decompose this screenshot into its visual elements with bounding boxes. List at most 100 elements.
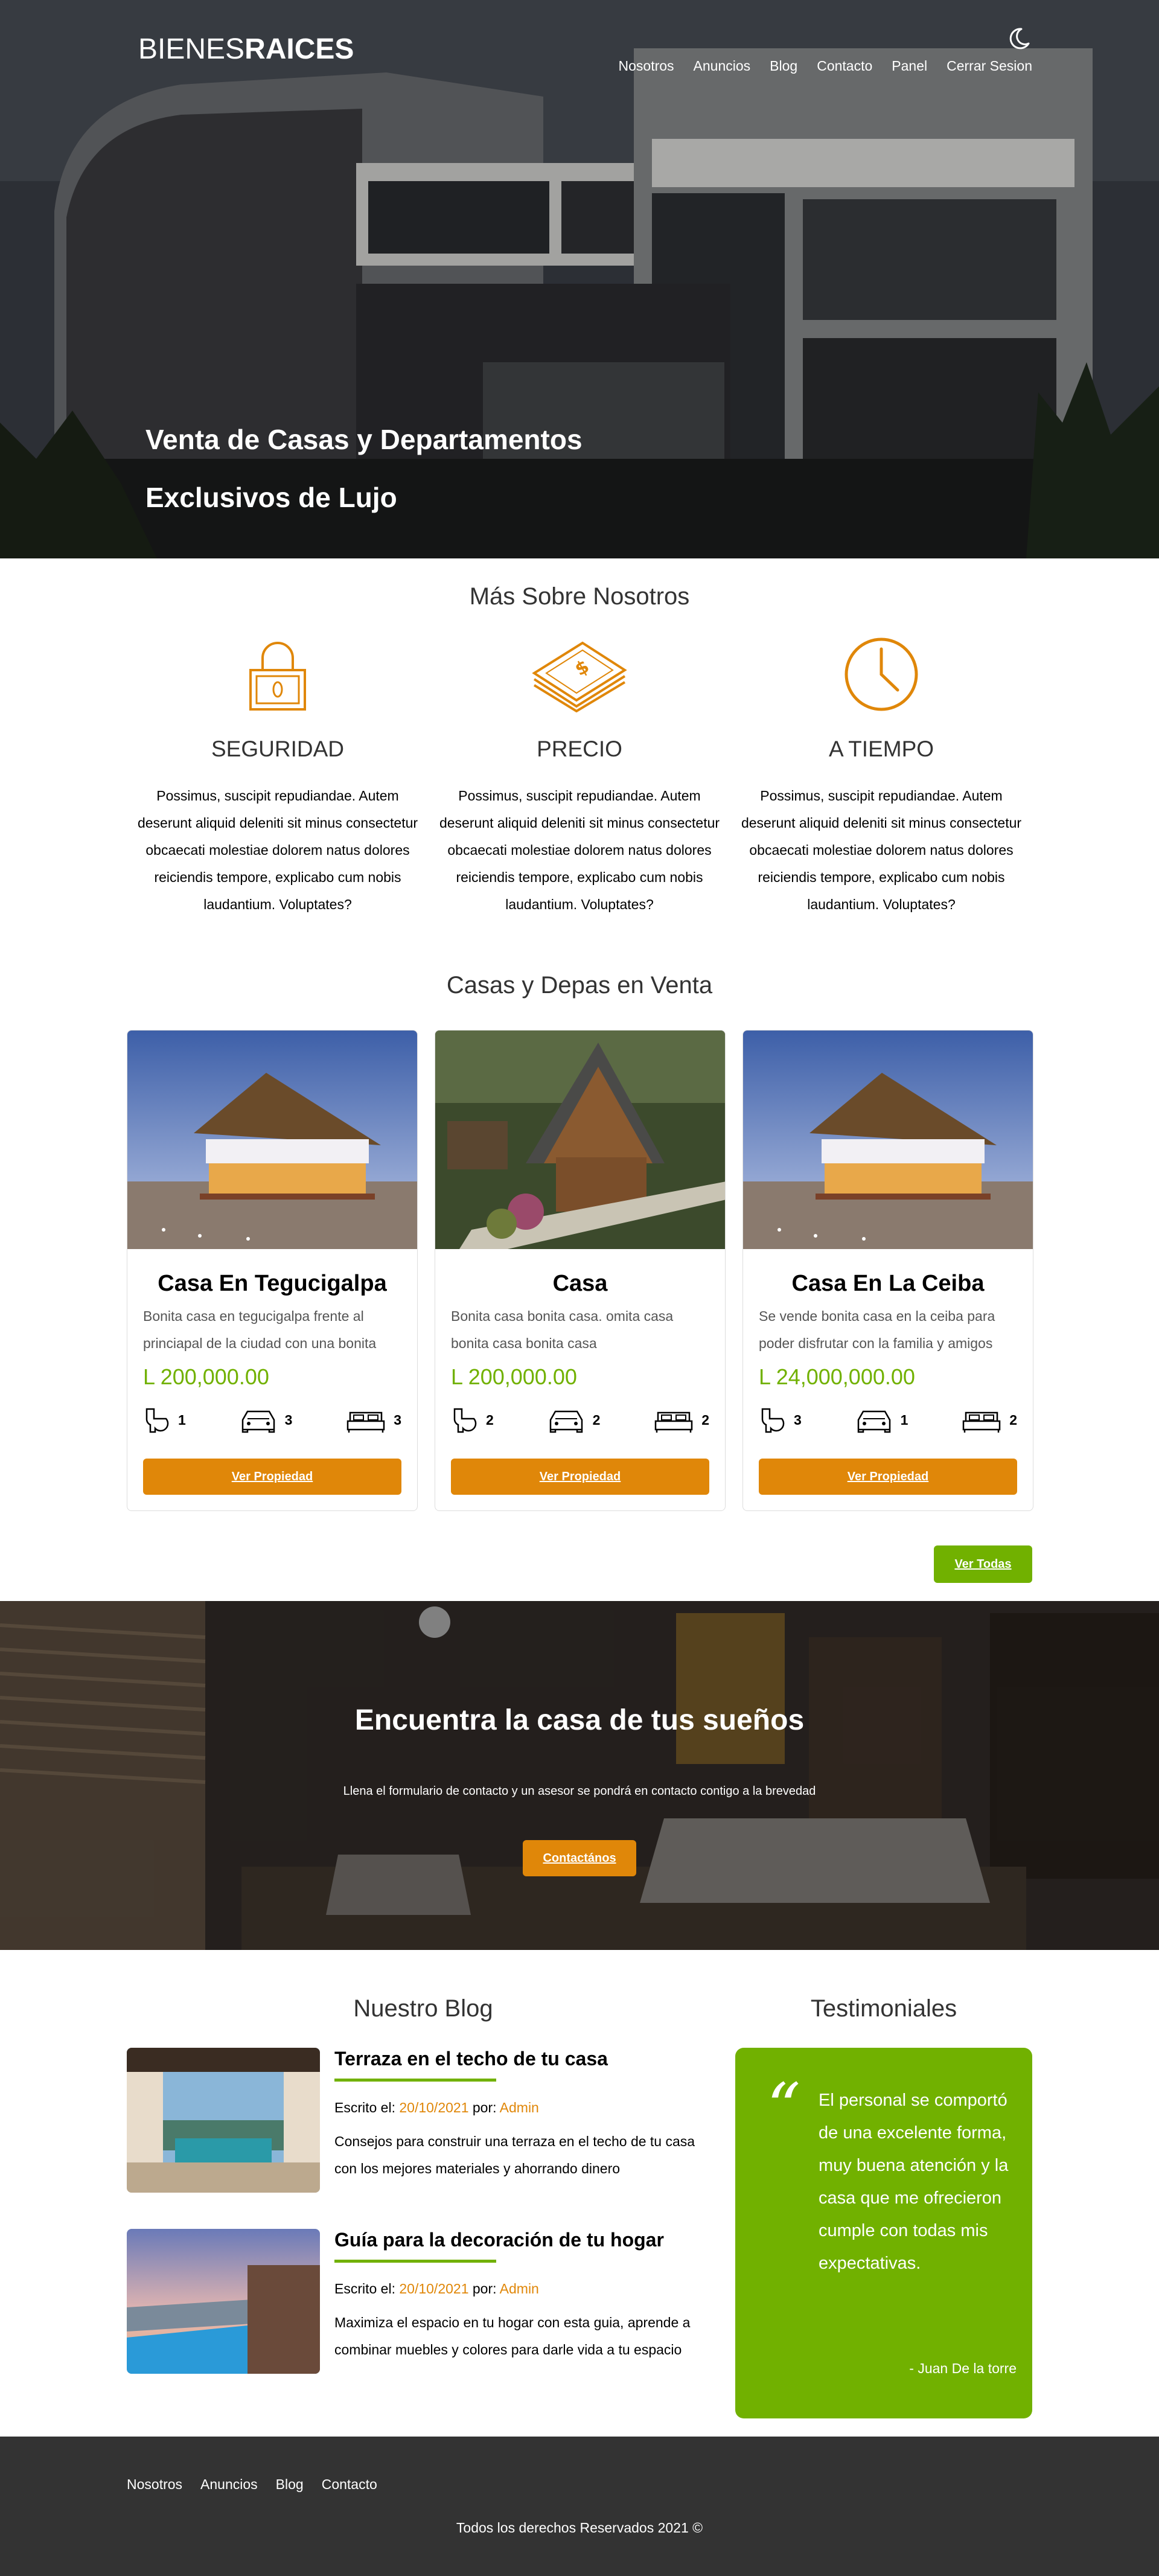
toilet-icon [453,1408,477,1433]
money-icon: $ [532,641,627,712]
feature-habitaciones: 2 [962,1407,1017,1433]
feature-wc: 1 [143,1407,186,1433]
testimonial-author: - Juan De la torre [909,2360,1017,2376]
footer-nav-blog[interactable]: Blog [276,2476,304,2493]
property-image [127,1031,417,1249]
property-image [743,1031,1033,1249]
car-icon [241,1410,275,1433]
blog-entry-author: Admin [499,2100,539,2115]
property-price: L 200,000.00 [451,1364,577,1389]
blog-entry-title[interactable]: Guía para la decoración de tu hogar [334,2229,721,2251]
ver-propiedad-button[interactable]: Ver Propiedad [143,1459,401,1495]
testimonial-card: “ El personal se comportó de una excelen… [735,2048,1032,2418]
testimonial-text: El personal se comportó de una excelente… [819,2091,1009,2273]
property-card: Casa Bonita casa bonita casa. omita casa… [435,1030,726,1511]
feature-title: SEGURIDAD [211,737,344,761]
feature-a-tiempo: A TIEMPO Possimus, suscipit repudiandae.… [730,637,1032,918]
clock-icon [845,638,918,711]
quote-icon: “ [767,2069,801,2146]
car-icon [549,1410,583,1433]
feature-wc: 2 [451,1407,494,1433]
contact-cta-section: Encuentra la casa de tus sueños Llena el… [0,1601,1159,1950]
svg-text:$: $ [572,656,593,680]
property-price: L 24,000,000.00 [759,1364,915,1389]
ver-propiedad-button[interactable]: Ver Propiedad [451,1459,709,1495]
nav-anuncios[interactable]: Anuncios [694,58,751,74]
feature-habitaciones: 3 [346,1407,401,1433]
title-underline [334,2260,496,2263]
main-nav: Nosotros Anuncios Blog Contacto Panel Ce… [619,58,1033,74]
bed-icon [346,1411,385,1433]
blog-entry[interactable]: Guía para la decoración de tu hogar Escr… [127,2229,720,2374]
lock-icon [249,642,306,711]
logo-light-text: BIENES [138,33,245,65]
nav-contacto[interactable]: Contacto [817,58,872,74]
hero-title-line-2: Exclusivos de Lujo [145,482,397,513]
property-features: 2 2 2 [451,1405,709,1434]
footer-nav: Nosotros Anuncios Blog Contacto [127,2476,377,2493]
hero-title-line-1: Venta de Casas y Departamentos [145,424,583,455]
toilet-icon [145,1408,169,1433]
blog-entry[interactable]: Terraza en el techo de tu casa Escrito e… [127,2048,720,2193]
blog-entry-image[interactable] [127,2229,320,2374]
footer-nav-nosotros[interactable]: Nosotros [127,2476,182,2493]
blog-entry-meta: Escrito el: 20/10/2021 por: Admin [334,2281,539,2296]
dark-mode-moon-icon[interactable] [1007,27,1031,51]
wc-count: 3 [794,1411,802,1428]
bedroom-count: 2 [701,1411,709,1428]
nav-blog[interactable]: Blog [770,58,797,74]
feature-title: A TIEMPO [828,737,934,761]
ver-propiedad-button[interactable]: Ver Propiedad [759,1459,1017,1495]
bedroom-count: 2 [1009,1411,1017,1428]
property-description: Bonita casa en tegucigalpa frente al pri… [143,1308,377,1351]
footer-nav-contacto[interactable]: Contacto [322,2476,377,2493]
feature-seguridad: SEGURIDAD Possimus, suscipit repudiandae… [127,637,429,918]
blog-entry-date: 20/10/2021 [399,2100,469,2115]
feature-wc: 3 [759,1407,802,1433]
contactanos-button[interactable]: Contactános [523,1840,636,1876]
feature-text: Possimus, suscipit repudiandae. Autem de… [741,788,1022,912]
car-icon [857,1410,890,1433]
bed-icon [654,1411,693,1433]
property-description: Bonita casa bonita casa. omita casa boni… [451,1308,674,1351]
wc-count: 1 [178,1411,186,1428]
blog-title: Nuestro Blog [353,1995,493,2022]
copyright-text: Todos los derechos Reservados 2021 © [456,2520,703,2536]
blog-entry-image[interactable] [127,2048,320,2193]
hero-title: Venta de Casas y Departamentos Exclusivo… [145,411,583,526]
title-underline [334,2079,496,2082]
feature-text: Possimus, suscipit repudiandae. Autem de… [137,788,418,912]
feature-text: Possimus, suscipit repudiandae. Autem de… [439,788,720,912]
ver-todas-button[interactable]: Ver Todas [934,1545,1032,1583]
property-cards: Casa En Tegucigalpa Bonita casa en teguc… [127,1030,1033,1511]
property-title: Casa En Tegucigalpa [158,1271,387,1296]
parking-count: 1 [900,1411,908,1428]
blog-entry-meta: Escrito el: 20/10/2021 por: Admin [334,2100,539,2115]
footer-nav-anuncios[interactable]: Anuncios [200,2476,258,2493]
site-logo[interactable]: BIENESRAICES [138,33,354,66]
logo-bold-text: RAICES [244,33,354,65]
footer: Nosotros Anuncios Blog Contacto Todos lo… [0,2437,1159,2576]
property-features: 3 1 2 [759,1405,1017,1434]
property-card: Casa En Tegucigalpa Bonita casa en teguc… [127,1030,418,1511]
nav-nosotros[interactable]: Nosotros [619,58,674,74]
wc-count: 2 [486,1411,494,1428]
cta-text: Llena el formulario de contacto y un ase… [343,1785,816,1798]
nav-cerrar-sesion[interactable]: Cerrar Sesion [947,58,1032,74]
parking-count: 3 [284,1411,293,1428]
toilet-icon [761,1408,785,1433]
nav-panel[interactable]: Panel [892,58,927,74]
property-title: Casa En La Ceiba [791,1271,985,1296]
blog-entry-title[interactable]: Terraza en el techo de tu casa [334,2048,721,2070]
hero-header: BIENESRAICES Nosotros Anuncios Blog Cont… [0,0,1159,558]
property-card: Casa En La Ceiba Se vende bonita casa en… [742,1030,1033,1511]
feature-precio: $ PRECIO Possimus, suscipit repudiandae.… [429,637,730,918]
testimoniales-title: Testimoniales [810,1995,957,2022]
features-section: SEGURIDAD Possimus, suscipit repudiandae… [127,637,1032,918]
feature-estacionamiento: 1 [856,1407,908,1433]
feature-estacionamiento: 3 [240,1407,293,1433]
feature-estacionamiento: 2 [548,1407,600,1433]
cta-title: Encuentra la casa de tus sueños [354,1704,805,1736]
nosotros-title: Más Sobre Nosotros [469,583,690,610]
property-price: L 200,000.00 [143,1364,269,1389]
